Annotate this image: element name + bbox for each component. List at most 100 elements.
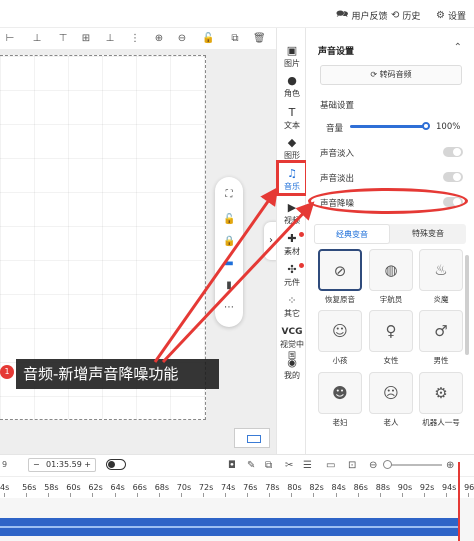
rail-item-video[interactable]: ▶ 视频 [277,201,307,226]
rail-item-mine[interactable]: ◉ 我的 [277,356,307,381]
ruler-tick-line [401,493,403,497]
ratio-icon[interactable]: ⊡ [348,460,356,471]
unlock-icon[interactable]: 🔓 [223,214,235,226]
rail-item-label: 图形 [284,151,300,160]
feedback-link[interactable]: 🗪 用户反馈 [336,8,387,22]
ruler-tick-line [379,493,381,497]
play-toggle[interactable] [106,459,126,470]
voice-male[interactable]: ♂ 男性 [419,310,463,366]
ruler-tick-line [313,493,315,497]
align-top-icon[interactable]: ⊤ [57,33,69,45]
ruler-tick-line [4,493,5,497]
convert-audio-label: 转码音频 [379,70,412,79]
time-minus-button[interactable]: − [33,459,40,471]
monitor-icon[interactable]: ▬ [223,258,235,270]
volume-label: 音量 [326,124,344,134]
ruler-tick-line [202,493,204,497]
male-icon: ♂ [419,310,463,352]
align-center-icon[interactable]: ⊥ [31,33,43,45]
time-stepper[interactable]: − 01:35.59 + [28,458,96,472]
lock-icon[interactable]: 🔓 [202,33,214,45]
voice-flame[interactable]: ♨ 炎魔 [419,249,463,305]
chevron-up-icon[interactable]: ⌃ [454,42,462,53]
side-rail: ▣ 图片 ● 角色 T 文本 ◆ 图形 ♫ 音乐 ▶ 视频 ✚ 素材 ✣ 元件 … [276,28,306,454]
gear-icon: ⚙ [436,9,445,21]
ruler-tick-line [247,493,249,497]
voice-tabs: 经典变音 特殊变音 [314,224,466,244]
feedback-icon: 🗪 [336,8,349,20]
ruler-tick-label: 60s [66,483,81,492]
voice-old-man[interactable]: ☹ 老人 [369,372,413,428]
voice-child[interactable]: ☺ 小孩 [318,310,362,366]
settings-label: 设置 [447,11,466,22]
phone-icon[interactable]: ▮ [223,280,235,292]
new-dot [299,232,304,237]
voice-restore[interactable]: ⊘ 恢复原音 [318,249,362,305]
timeline-zoom-slider[interactable] [388,464,442,466]
history-link[interactable]: ⟲ 历史 [391,8,420,22]
canvas-toolbar: ⊢ ⊥ ⊤ ⊞ ⊥ ⋮ ⊕ ⊖ 🔓 ⧉ 🗑 [0,28,276,50]
ruler-tick-label: 88s [375,483,391,492]
voice-label: 机器人一号 [422,418,460,427]
crop-icon[interactable]: ▭ [326,460,335,471]
voice-old-woman[interactable]: ☻ 老妇 [318,372,362,428]
old-woman-icon: ☻ [318,372,362,414]
time-plus-button[interactable]: + [84,459,91,471]
ruler-tick-line [136,493,138,497]
ruler-tick-label: 64s [110,483,125,492]
voice-female[interactable]: ♀ 女性 [369,310,413,366]
panel-scrollbar[interactable] [465,255,469,355]
camera-icon[interactable]: ◘ [228,460,236,471]
align-middle-icon[interactable]: ⊞ [80,33,92,45]
rail-item-other[interactable]: ⁘ 其它 [277,294,307,319]
more-icon[interactable]: ⋯ [223,302,235,314]
ruler-tick-label: 94s [442,483,457,492]
split-icon[interactable]: ✂ [285,460,293,471]
no-effect-icon: ⊘ [318,249,362,291]
rail-item-shape[interactable]: ◆ 图形 [277,136,307,161]
delete-icon[interactable]: 🗑 [253,33,266,45]
image-icon: ▣ [286,44,298,57]
edit-icon[interactable]: ✎ [247,460,255,471]
volume-slider-thumb[interactable] [422,122,430,130]
caption-badge: 1 [0,365,14,379]
rail-item-label: 视频 [284,216,300,225]
vcg-icon: VCG [281,327,303,337]
timeline-zoom-knob[interactable] [383,460,392,469]
top-bar: 🗪 用户反馈 ⟲ 历史 ⚙ 设置 [0,0,474,28]
voice-astronaut[interactable]: ◍ 宇航员 [369,249,413,305]
settings-link[interactable]: ⚙ 设置 [436,8,466,22]
copy-icon[interactable]: ⧉ [265,460,272,471]
adjust-icon[interactable]: ☰ [303,460,312,471]
lock-icon[interactable]: 🔒 [223,236,235,248]
rail-item-material[interactable]: ✚ 素材 [277,232,307,257]
zoom-out-icon[interactable]: ⊖ [176,33,188,45]
audio-clip[interactable] [0,518,460,536]
zoom-in-icon[interactable]: ⊕ [153,33,165,45]
tab-classic-voice[interactable]: 经典变音 [314,224,390,244]
zoom-out-icon[interactable]: ⊖ [369,460,377,471]
distribute-icon[interactable]: ⋮ [129,33,141,45]
rail-item-image[interactable]: ▣ 图片 [277,44,307,69]
align-bottom-icon[interactable]: ⊥ [104,33,116,45]
minimap[interactable] [234,428,270,448]
voice-label: 恢复原音 [325,295,355,304]
person-icon: ● [287,74,297,87]
align-left-icon[interactable]: ⊢ [4,33,16,45]
fade-in-toggle[interactable] [443,147,463,157]
voice-label: 男性 [433,356,449,365]
fade-out-toggle[interactable] [443,172,463,182]
playhead[interactable] [458,462,460,541]
rail-item-text[interactable]: T 文本 [277,106,307,131]
ruler-tick-label: 92s [419,483,435,492]
voice-robot[interactable]: ⚙ 机器人一号 [419,372,463,428]
tab-special-voice[interactable]: 特殊变音 [390,224,466,244]
rail-item-label: 图片 [284,59,300,68]
rail-item-character[interactable]: ● 角色 [277,74,307,99]
zoom-in-icon[interactable]: ⊕ [446,460,454,471]
fit-screen-icon[interactable]: ⛶ [223,189,235,201]
volume-slider[interactable] [350,125,426,128]
copy-icon[interactable]: ⧉ [229,33,241,45]
convert-audio-button[interactable]: ⟳ 转码音频 [320,65,462,85]
rail-item-component[interactable]: ✣ 元件 [277,263,307,288]
